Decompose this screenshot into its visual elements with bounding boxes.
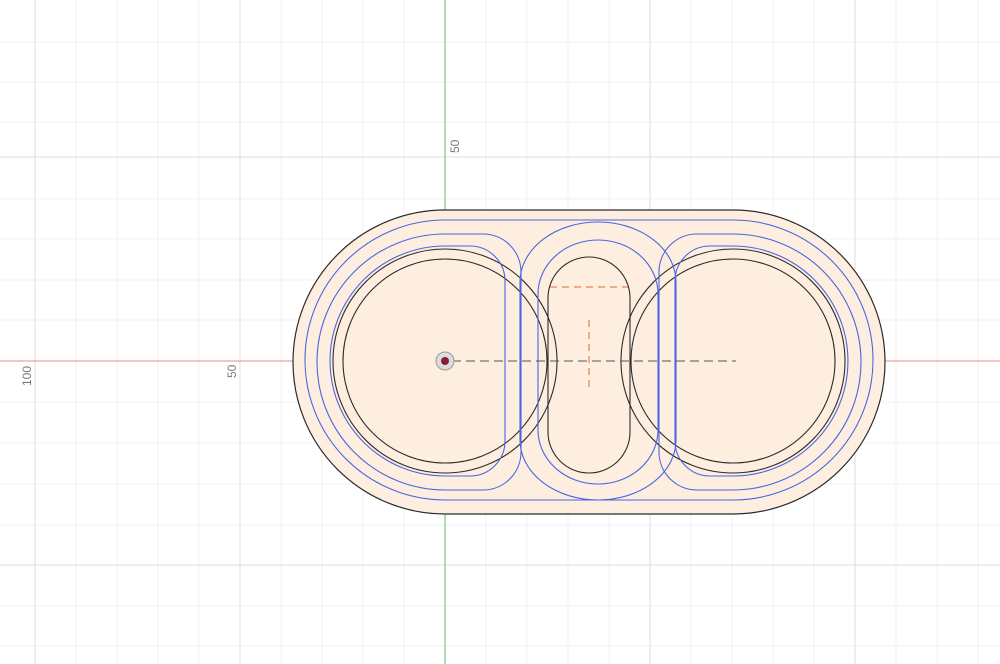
sketch-viewport[interactable]: 50 50 100 (0, 0, 1000, 664)
sketch-canvas[interactable]: 50 50 100 (0, 0, 1000, 664)
y-axis-label-50: 50 (448, 139, 462, 153)
origin-point-icon[interactable] (435, 351, 455, 371)
x-axis-label-100: 100 (20, 366, 34, 386)
x-axis-label-50: 50 (225, 364, 239, 378)
